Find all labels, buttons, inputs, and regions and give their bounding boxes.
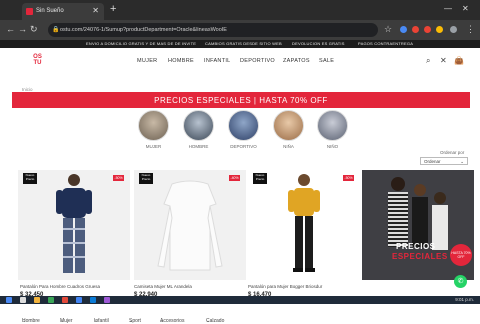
category-image	[138, 110, 169, 141]
forward-icon[interactable]: →	[18, 24, 27, 34]
category-hombre[interactable]: HOMBRE	[182, 110, 215, 149]
clock: 9:01 p.m.	[455, 297, 474, 302]
browser-tab[interactable]: Sin Sueño ✕	[22, 3, 104, 20]
start-icon[interactable]	[6, 297, 12, 303]
folder-icon[interactable]	[34, 297, 40, 303]
category-label: MUJER	[145, 144, 162, 149]
banner-text: PRECIOS ESPECIALES | HASTA 70% OFF	[154, 96, 328, 105]
category-deportivo[interactable]: DEPORTIVO	[227, 110, 260, 149]
nav-item-deportivo[interactable]: DEPORTIVO	[240, 58, 275, 64]
category-image	[317, 110, 348, 141]
lock-icon: 🔒	[52, 27, 60, 33]
promo-item: PAGOS CONTRAENTREGA	[358, 41, 414, 46]
back-icon[interactable]: ←	[6, 24, 15, 34]
app-icon[interactable]	[104, 297, 110, 303]
chevron-down-icon: ⌄	[129, 318, 134, 324]
product-image	[18, 170, 130, 280]
new-tab-icon[interactable]: +	[110, 3, 116, 15]
product-image	[248, 170, 360, 280]
category-nino[interactable]: NIÑO	[316, 110, 349, 149]
category-label: DEPORTIVO	[230, 144, 257, 149]
product-image	[134, 170, 246, 280]
product-card[interactable]: Nuevo Precio -50%	[18, 170, 130, 280]
nav-item-zapatos[interactable]: ZAPATOS	[283, 58, 310, 64]
category-mujer[interactable]: MUJER	[137, 110, 170, 149]
app-icon[interactable]	[48, 297, 54, 303]
profile-avatar-icon[interactable]	[450, 26, 457, 33]
category-label: NIÑA	[283, 144, 294, 149]
product-photo	[157, 180, 223, 271]
order-select[interactable]: Ordenar ⌄	[420, 157, 468, 165]
promo-item: CAMBIOS GRATIS DESDE SITIO WEB	[205, 41, 282, 46]
address-bar-row: ← → ↻ 🔒 ostu.com/24076-1/Sumup?productDe…	[0, 20, 480, 40]
chevron-down-icon: ⌄	[22, 318, 27, 324]
promo-banner[interactable]: PRECIOS ESPECIALES | HASTA 70% OFF	[12, 92, 470, 108]
app-icon[interactable]	[62, 297, 68, 303]
nav-item-hombre[interactable]: HOMBRE	[168, 58, 194, 64]
extension-icon[interactable]	[436, 26, 443, 33]
category-image	[273, 110, 304, 141]
favicon-icon	[26, 8, 33, 15]
order-value: Ordenar	[424, 159, 441, 164]
chrome-icon[interactable]	[76, 297, 82, 303]
os-taskbar: 9:01 p.m.	[0, 296, 480, 304]
bookmark-star-icon[interactable]: ☆	[384, 24, 392, 35]
search-icon[interactable]: ⌕	[426, 56, 430, 66]
menu-dots-icon[interactable]: ⋮	[466, 24, 475, 35]
tab-title: Sin Sueño	[36, 8, 64, 14]
product-name[interactable]: Pantalón para Mujer Bogger Briosdur	[248, 284, 322, 289]
badge-new-price: Nuevo Precio	[253, 173, 267, 184]
minimize-icon[interactable]: —	[444, 4, 452, 13]
promo-tile[interactable]: PRECIOS ESPECIALES HASTA 70% OFF	[362, 170, 474, 280]
extension-icon[interactable]	[412, 26, 419, 33]
category-image	[183, 110, 214, 141]
promo-line-2: ESPECIALES	[392, 252, 448, 261]
nav-item-infantil[interactable]: INFANTIL	[204, 58, 231, 64]
logo-text: OS TU	[33, 54, 42, 66]
cart-icon[interactable]: 👜	[454, 56, 464, 65]
chevron-down-icon: ⌄	[94, 318, 99, 324]
promo-item: ENVIO A DOMICILIO GRATIS Y DE MAS DE DE …	[86, 41, 197, 46]
extension-icon[interactable]	[400, 26, 407, 33]
promo-line-1: PRECIOS	[396, 242, 436, 251]
category-label: NIÑO	[326, 144, 339, 149]
url-input[interactable]: 🔒 ostu.com/24076-1/Sumup?productDepartme…	[48, 23, 378, 37]
badge-new-price: Nuevo Precio	[139, 173, 153, 184]
chevron-down-icon: ⌄	[206, 318, 211, 324]
order-label: Ordenar por	[440, 150, 465, 155]
product-photo	[56, 174, 92, 273]
category-label: HOMBRE	[188, 144, 209, 149]
reload-icon[interactable]: ↻	[30, 24, 38, 35]
site-logo[interactable]: OS TU	[31, 54, 44, 67]
discount-badge: -50%	[113, 175, 124, 181]
chevron-down-icon: ⌄	[160, 318, 165, 324]
url-text: ostu.com/24076-1/Sumup?productDepartment…	[60, 27, 227, 33]
whatsapp-icon[interactable]: ✆	[454, 275, 467, 288]
category-nina[interactable]: NIÑA	[272, 110, 305, 149]
category-image	[228, 110, 259, 141]
close-tab-icon[interactable]: ✕	[92, 6, 99, 15]
nav-item-mujer[interactable]: MUJER	[137, 58, 157, 64]
browser-tab-bar: Sin Sueño ✕ + — ✕	[0, 0, 480, 20]
search-taskbar-icon[interactable]	[20, 297, 26, 303]
promo-bar: ENVIO A DOMICILIO GRATIS Y DE MAS DE DE …	[0, 40, 480, 48]
badge-new-price: Nuevo Precio	[23, 173, 37, 184]
promo-item: DEVOLUCION ES GRATIS	[292, 41, 345, 46]
app-icon[interactable]	[90, 297, 96, 303]
nav-item-sale[interactable]: SALE	[319, 58, 334, 64]
product-card[interactable]: Nuevo Precio -40%	[134, 170, 246, 280]
discount-badge: -50%	[343, 175, 354, 181]
product-photo	[288, 174, 320, 272]
site-header: OS TU MUJER HOMBRE INFANTIL DEPORTIVO ZA…	[0, 48, 480, 78]
product-name[interactable]: Pantalón Para Hombre Cuadros Gruesa	[20, 284, 100, 289]
extension-icon[interactable]	[424, 26, 431, 33]
chevron-down-icon: ⌄	[60, 318, 65, 324]
promo-badge: HASTA 70% OFF	[450, 244, 472, 266]
user-icon[interactable]: ✕	[440, 56, 447, 65]
discount-badge: -40%	[229, 175, 240, 181]
product-name[interactable]: Camiseta Mujer ML Arandela	[134, 284, 192, 289]
close-window-icon[interactable]: ✕	[462, 4, 469, 13]
product-card[interactable]: Nuevo Precio -50%	[248, 170, 360, 280]
chevron-down-icon: ⌄	[460, 159, 464, 164]
